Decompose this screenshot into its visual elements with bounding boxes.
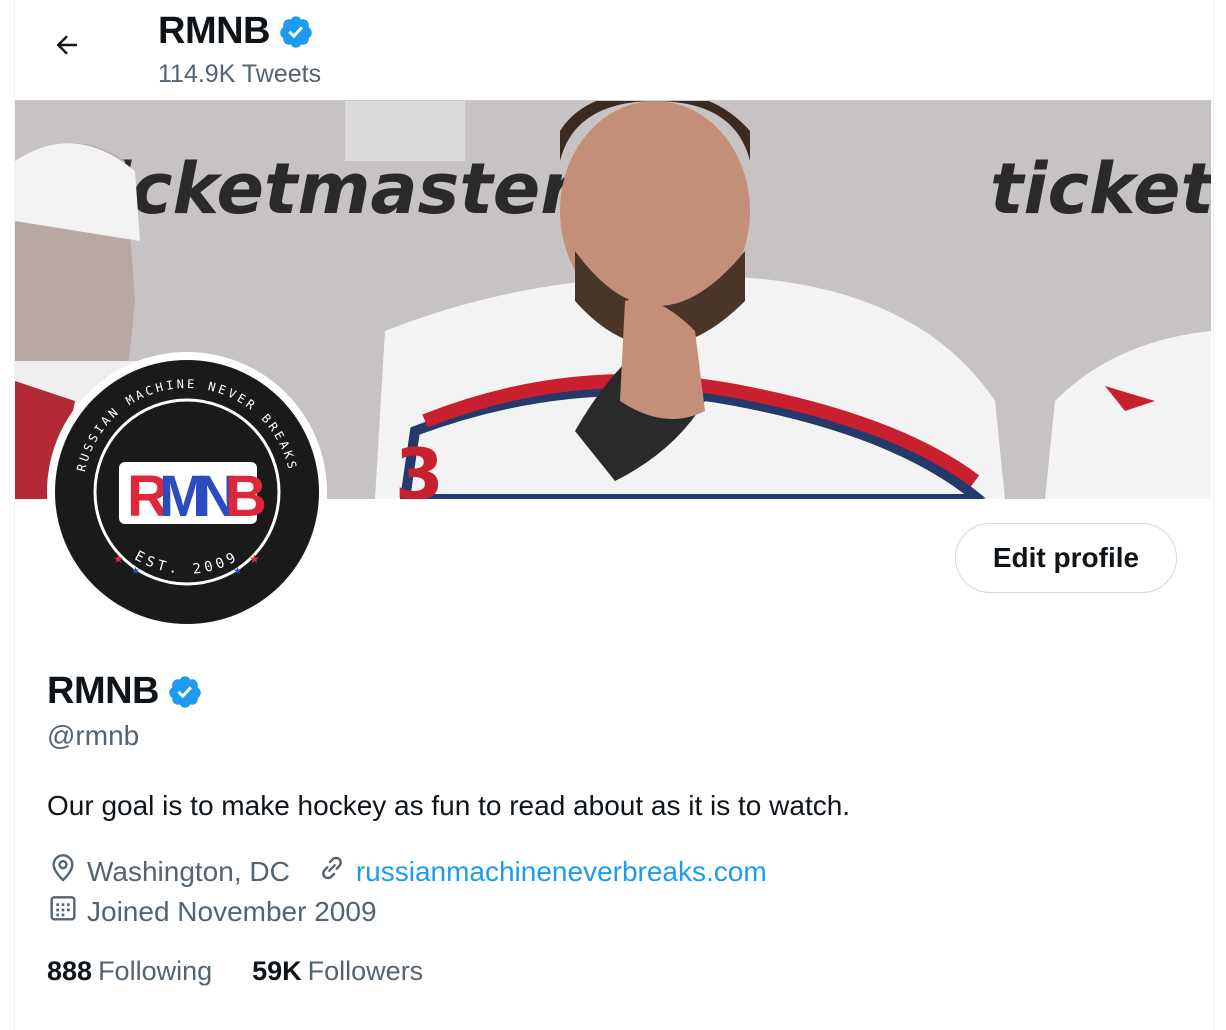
- profile-name: RMNB: [47, 670, 203, 713]
- following-link[interactable]: 888 Following: [47, 956, 212, 987]
- header-name-text: RMNB: [158, 10, 270, 52]
- edit-profile-button[interactable]: Edit profile: [955, 523, 1177, 593]
- location-item: Washington, DC: [47, 852, 290, 891]
- banner-sponsor-right: ticketr: [990, 148, 1211, 230]
- profile-avatar[interactable]: RUSSIAN MACHINE NEVER BREAKS EST. 2009 ★…: [47, 352, 327, 632]
- link-icon: [316, 852, 348, 891]
- svg-text:★: ★: [131, 566, 140, 577]
- profile-bio: Our goal is to make hockey as fun to rea…: [47, 790, 851, 821]
- calendar-icon: [47, 892, 79, 931]
- back-button[interactable]: [44, 24, 90, 70]
- svg-text:★: ★: [249, 552, 260, 566]
- verified-badge-icon: [167, 674, 203, 710]
- profile-handle: @rmnb: [47, 720, 140, 751]
- followers-label: Followers: [307, 956, 424, 986]
- profile-joined-row: Joined November 2009: [47, 892, 403, 931]
- banner-jersey-number: 3: [395, 434, 444, 499]
- rmnb-logo: RUSSIAN MACHINE NEVER BREAKS EST. 2009 ★…: [55, 360, 319, 624]
- joined-item: Joined November 2009: [47, 892, 377, 931]
- joined-text: Joined November 2009: [87, 895, 377, 927]
- header-title: RMNB: [158, 10, 314, 53]
- follow-stats: 888 Following 59K Followers: [47, 956, 463, 987]
- verified-badge-icon: [278, 14, 314, 50]
- location-pin-icon: [47, 852, 79, 891]
- logo-letter-b: B: [225, 464, 267, 529]
- svg-text:★: ★: [233, 566, 242, 577]
- followers-count: 59K: [252, 956, 302, 986]
- svg-text:★: ★: [113, 552, 124, 566]
- website-item[interactable]: russianmachineneverbreaks.com: [316, 852, 767, 891]
- profile-name-text: RMNB: [47, 670, 159, 712]
- profile-meta-row: Washington, DC russianmachineneverbreaks…: [47, 852, 793, 891]
- arrow-left-icon: [52, 30, 82, 65]
- banner-sponsor-left: icketmaster: [107, 148, 579, 230]
- website-link[interactable]: russianmachineneverbreaks.com: [356, 856, 767, 888]
- tweet-count: 114.9K Tweets: [158, 60, 322, 88]
- following-count: 888: [47, 956, 93, 986]
- location-text: Washington, DC: [87, 855, 290, 887]
- following-label: Following: [98, 956, 213, 986]
- followers-link[interactable]: 59K Followers: [252, 956, 423, 987]
